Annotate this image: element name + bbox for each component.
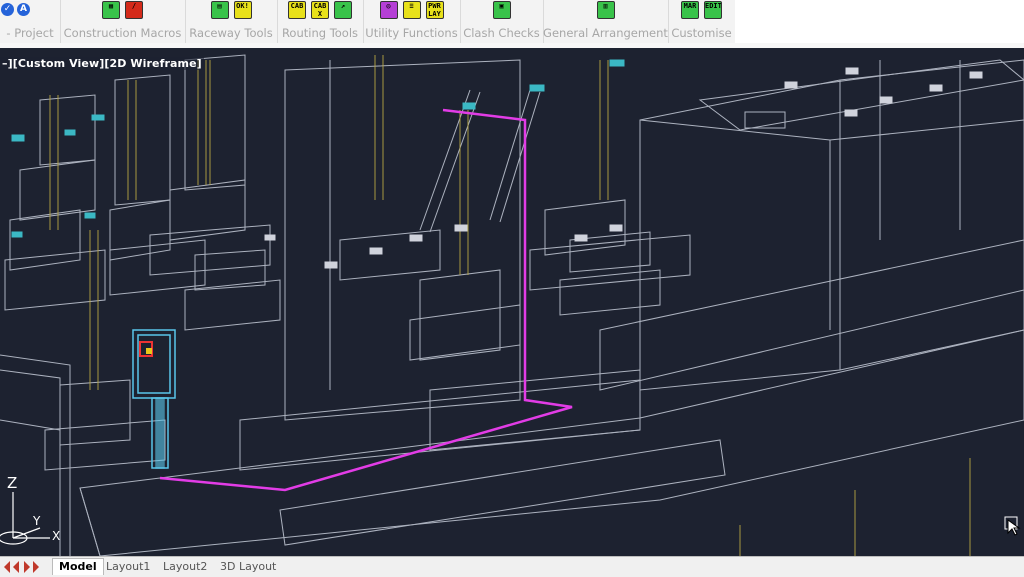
pwr-lay-icon[interactable]: PWR LAY [425,1,444,19]
clash-check-icon[interactable]: ▣ [492,1,511,19]
ribbon-panel-label[interactable]: - Project [0,26,60,40]
tab-nav-next-icon[interactable] [24,561,30,573]
ribbon-panel: ◎ ≡ PWR LAY Utility Functions [363,0,461,43]
wireframe-model[interactable] [0,48,1024,556]
raceway-tool-icon[interactable]: ▤ [210,1,229,19]
ribbon-panel-label[interactable]: Utility Functions [363,26,460,40]
ribbon-panel: ▥ General Arrangement [543,0,669,43]
ribbon-panel: ▣ Clash Checks [460,0,544,43]
ribbon-panel-icons: ▣ [460,1,543,19]
yellow-component [146,348,152,354]
ribbon-panel-label[interactable]: General Arrangement [543,26,668,40]
cable-route [159,108,573,492]
ribbon-panel-icons: MAR EDIT [668,1,735,19]
layout-tabs-bar: Model Layout1 Layout2 3D Layout [0,556,1024,577]
ribbon-panel: MAR EDIT Customise [668,0,736,43]
raceway-ok-icon[interactable]: OK! [233,1,252,19]
ga-layout-icon[interactable]: ▥ [596,1,615,19]
foundation-slab [79,329,1024,556]
utility-list-icon[interactable]: ≡ [402,1,421,19]
ribbon-panel-icons: ▥ [543,1,668,19]
ribbon-panel-icons: ▤ OK! [185,1,277,19]
ribbon-panel: ▦ / Construction Macros [60,0,186,43]
mar-icon[interactable]: MAR [681,1,699,19]
hangers [264,67,983,269]
axis-y-label: Y [33,514,41,528]
ribbon-panel-label[interactable]: Raceway Tools [185,26,277,40]
ribbon-empty-area [735,0,1024,48]
ribbon-panel-label[interactable]: Construction Macros [60,26,185,40]
cab-route-icon[interactable]: CAB [288,1,306,19]
ribbon-panel-icons: ▦ / [60,1,185,19]
ribbon-panel: ▤ OK! Raceway Tools [185,0,278,43]
ribbon-panel-label[interactable]: Routing Tools [277,26,363,40]
cab-x-icon[interactable]: CAB X [311,1,329,19]
macro-edit-icon[interactable]: / [125,1,143,19]
mouse-cursor-icon [1004,516,1021,536]
ribbon-panel-label[interactable]: Clash Checks [460,26,543,40]
edit-icon[interactable]: EDIT [704,1,722,19]
ucs-icon [0,492,50,545]
ribbon: ✓ A - Project ▦ / Construction Macros ▤ OK! Ra… [0,0,736,44]
tab-nav-prev-icon[interactable] [13,561,19,573]
macro-grid-icon[interactable]: ▦ [102,1,120,19]
tab-model[interactable]: Model [52,558,104,575]
axis-z-label: Z [7,474,18,492]
large-block [639,59,1024,391]
tab-layout1[interactable]: Layout1 [100,559,156,575]
tab-3d-layout[interactable]: 3D Layout [214,559,282,575]
ribbon-panel-icons: ◎ ≡ PWR LAY [363,1,460,19]
route-link-icon[interactable]: ↗ [334,1,352,19]
ribbon-panel-label[interactable]: Customise [668,26,735,40]
axis-x-label: X [52,529,61,543]
drawing-viewport[interactable]: Z Y X [0,48,1024,556]
viewport-controls-label[interactable]: –][Custom View][2D Wireframe] [0,57,204,70]
ribbon-panel: - Project [0,0,61,43]
ribbon-panel-icons: CAB CAB X ↗ [277,1,363,19]
ribbon-panel: CAB CAB X ↗ Routing Tools [277,0,364,43]
plinth-box [279,439,726,546]
tab-layout2[interactable]: Layout2 [157,559,213,575]
tab-nav-last-icon[interactable] [33,561,39,573]
fixtures [11,59,625,238]
utility-circle-icon[interactable]: ◎ [379,1,398,19]
tab-nav-first-icon[interactable] [4,561,10,573]
